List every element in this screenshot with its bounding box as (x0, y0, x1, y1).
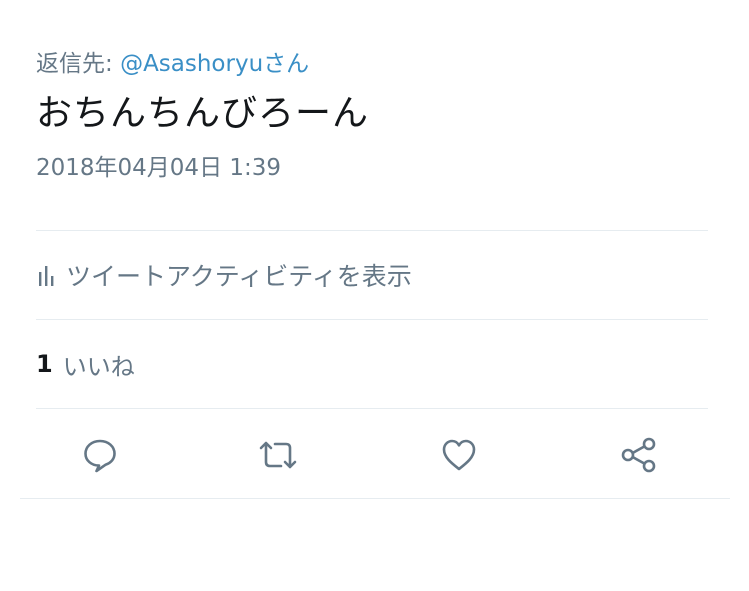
likes-label: いいね (62, 352, 135, 381)
tweet-activity-label: ツイートアクティビティを表示 (66, 262, 412, 291)
heart-icon (440, 437, 478, 477)
likes-count: 1 (36, 350, 53, 378)
reply-handle-link[interactable]: @Asashoryuさん (120, 51, 309, 77)
retweet-icon (257, 436, 299, 478)
tweet-detail: 返信先: @Asashoryuさん おちんちんびろーん 2018年04月04日 … (36, 44, 708, 503)
reply-button[interactable] (80, 437, 120, 477)
like-button[interactable] (439, 437, 479, 477)
reply-to-line: 返信先: @Asashoryuさん (36, 44, 708, 84)
reply-prefix: 返信先: (36, 51, 121, 77)
tweet-actions-bar (36, 409, 708, 503)
tweet-text: おちんちんびろーん (36, 93, 370, 134)
share-icon (619, 435, 659, 479)
likes-summary[interactable]: 1 いいね (36, 320, 708, 408)
share-button[interactable] (619, 437, 659, 477)
retweet-button[interactable] (258, 437, 298, 477)
bar-chart-icon (36, 263, 58, 287)
reply-icon (81, 436, 119, 478)
tweet-activity-link[interactable]: ツイートアクティビティを表示 (36, 231, 708, 319)
tweet-timestamp: 2018年04月04日 1:39 (36, 155, 282, 181)
divider (20, 498, 730, 499)
